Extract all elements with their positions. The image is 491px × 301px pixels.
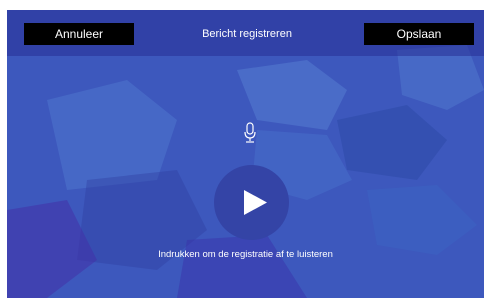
playback-hint: Indrukken om de registratie af te luiste… (158, 249, 333, 260)
recording-screen: Annuleer Bericht registreren Opslaan Ind… (7, 10, 484, 298)
microphone-icon (243, 122, 257, 144)
page-title: Bericht registreren (202, 28, 292, 40)
play-icon (244, 190, 267, 215)
cancel-button[interactable]: Annuleer (24, 23, 134, 45)
save-button[interactable]: Opslaan (364, 23, 474, 45)
play-button[interactable] (214, 165, 289, 240)
